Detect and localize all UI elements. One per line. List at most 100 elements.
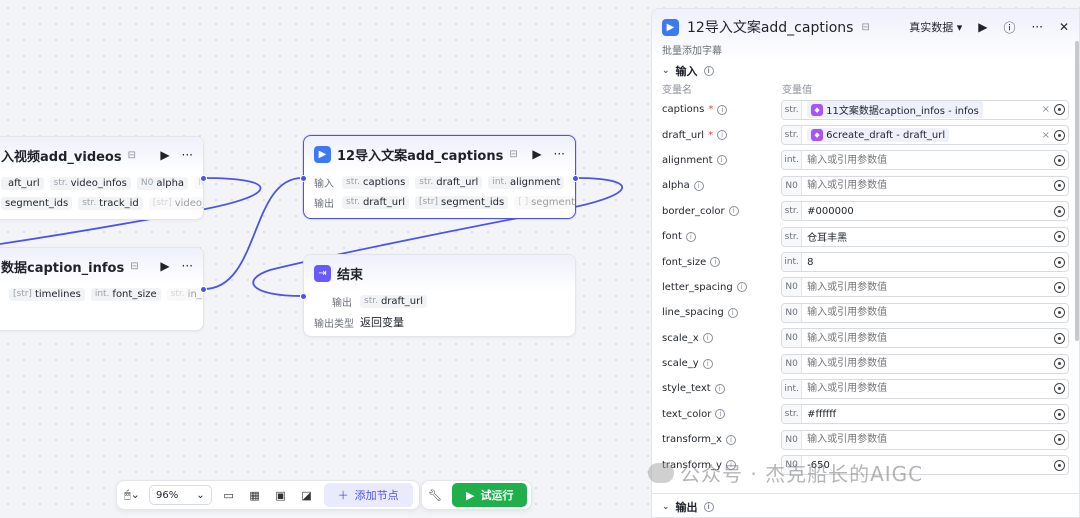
output-port[interactable] [200,286,207,293]
param-value-field[interactable]: int. 8 [781,252,1069,273]
comment-icon[interactable]: ▭ [220,486,238,504]
param-value-input[interactable] [802,278,1054,297]
wrench-icon[interactable]: 🔧︎ [426,486,444,504]
param-value-field[interactable]: str. #ffffff [781,404,1069,425]
param-value-field[interactable]: str. 仓耳丰黑 [781,226,1069,247]
param-row-alignment: alignment i int. [652,148,1079,173]
more-icon[interactable]: ··· [182,148,193,162]
param-value-field[interactable]: str. #000000 [781,201,1069,222]
help-icon[interactable]: ⓘ [1003,19,1015,36]
chip: str. draft_url [360,294,428,308]
reference-target-icon[interactable] [1054,459,1065,471]
more-icon[interactable]: ··· [554,147,565,161]
reference-target-icon[interactable] [1054,383,1065,395]
param-value[interactable]: #000000 [802,206,1054,217]
output-port[interactable] [572,175,579,182]
variable-reference[interactable]: ◆ 6create_draft - draft_url [807,128,950,143]
input-port[interactable] [300,175,307,182]
reference-target-icon[interactable] [1054,434,1065,446]
watermark: 公众号 · 杰克船长的AIGC [648,458,923,487]
param-list: captions * i str. ◆ 11文案数据caption_infos - … [652,97,1079,478]
test-run-button[interactable]: ▶ 试运行 [452,483,528,507]
param-value-field[interactable]: N0 [781,175,1069,196]
param-value-field[interactable]: N0 [781,328,1069,349]
chip: str. captions [342,175,410,189]
run-node-icon[interactable]: ▶ [978,20,987,34]
param-value-input[interactable] [802,176,1054,195]
reference-target-icon[interactable] [1054,358,1065,370]
reference-target-icon[interactable] [1054,104,1065,116]
param-value-field[interactable]: N0 [781,353,1069,374]
chip: int. font_size [90,287,161,301]
close-icon[interactable]: ✕ [1059,20,1069,34]
info-icon: i [727,307,738,318]
reference-target-icon[interactable] [1054,205,1065,217]
more-icon[interactable]: ··· [1031,20,1042,34]
run-node-icon[interactable]: ▶ [532,147,541,161]
reference-target-icon[interactable] [1054,408,1065,420]
param-value-input[interactable] [802,430,1054,449]
reference-target-icon[interactable] [1054,129,1065,141]
param-value-field[interactable]: int. [781,150,1069,171]
reference-target-icon[interactable] [1054,307,1065,319]
node-input-row: aft_url str.video_infos N0alpha N0 ··· [0,173,203,193]
node-add-captions[interactable]: ▶ 12导入文案add_captions ⊟ ▶ ··· 输入 str. capt… [300,135,579,219]
clear-icon[interactable]: × [1042,130,1050,141]
info-icon: i [693,180,704,191]
reference-target-icon[interactable] [1054,154,1065,166]
param-value-field[interactable]: N0 [781,429,1069,450]
param-value[interactable]: 8 [802,257,1054,268]
param-name: style_text i [662,383,781,394]
reference-target-icon[interactable] [1054,281,1065,293]
data-mode-select[interactable]: 真实数据 ▾ [909,19,962,35]
panel-scrollbar[interactable] [1075,41,1079,341]
input-port[interactable] [300,293,307,300]
param-value-field[interactable]: N0 [781,302,1069,323]
mouse-mode-icon[interactable]: 🖱︎⌄ [123,486,141,504]
reference-target-icon[interactable] [1054,180,1065,192]
run-node-icon[interactable]: ▶ [160,259,169,273]
more-icon[interactable]: ··· [182,259,193,273]
param-value-field[interactable]: str. ◆ 11文案数据caption_infos - infos × [781,99,1069,120]
plus-icon: ＋ [337,489,349,502]
param-row-letter-spacing: letter_spacing i N0 [652,275,1079,300]
reference-target-icon[interactable] [1054,332,1065,344]
output-port[interactable] [200,175,207,182]
param-value-input[interactable] [802,354,1054,373]
param-row-scale-y: scale_y i N0 [652,351,1079,376]
image-icon[interactable]: ▣ [272,486,290,504]
param-value-input[interactable] [802,151,1054,170]
input-section-header[interactable]: ⌄ 输入 i [652,63,1079,79]
output-section-header[interactable]: ⌄ 输出 i [652,493,1079,517]
chip: segment_ids [1,196,73,210]
run-node-icon[interactable]: ▶ [160,148,169,162]
chevron-down-icon: ⌄ [196,489,205,501]
param-value-input[interactable] [802,329,1054,348]
minimap-icon[interactable]: ◪ [298,486,316,504]
chip: str. video_infos [49,176,131,190]
add-node-button[interactable]: ＋ 添加节点 [323,483,413,507]
node-end[interactable]: ⇥ 结束 输出 str. draft_url 输出类型 返回变量 [300,254,576,337]
param-value-input[interactable] [802,379,1054,398]
reference-target-icon[interactable] [1054,231,1065,243]
clear-icon[interactable]: × [1042,104,1050,115]
param-value[interactable]: #ffffff [802,409,1054,420]
layout-icon[interactable]: ▦ [246,486,264,504]
workflow-canvas[interactable]: 入视频add_videos ⊟ ▶ ··· aft_url str. video_… [0,0,650,518]
zoom-select[interactable]: 96% ⌄ [149,485,212,505]
param-value-field[interactable]: N0 [781,277,1069,298]
param-value[interactable]: 仓耳丰黑 [802,229,1054,244]
param-value-field[interactable]: int. [781,378,1069,399]
node-chip-row: [str]timelines int.font_size str.in_ ··· [0,284,203,304]
reference-target-icon[interactable] [1054,256,1065,268]
node-header: 入视频add_videos ⊟ ▶ ··· [0,137,203,173]
param-type-badge: N0 [782,303,803,322]
param-value-field[interactable]: str. ◆ 6create_draft - draft_url × [781,125,1069,146]
param-name: alignment i [662,155,781,166]
variable-reference[interactable]: ◆ 11文案数据caption_infos - infos [807,101,983,119]
col-name-header: 变量名 [662,84,692,96]
chip: str. track_id [78,196,143,210]
node-add-videos[interactable]: 入视频add_videos ⊟ ▶ ··· aft_url str. video_… [0,136,207,220]
param-value-input[interactable] [802,303,1054,322]
node-caption-infos[interactable]: 数据caption_infos ⊟ ▶ ··· [str] timelines i… [0,247,207,331]
